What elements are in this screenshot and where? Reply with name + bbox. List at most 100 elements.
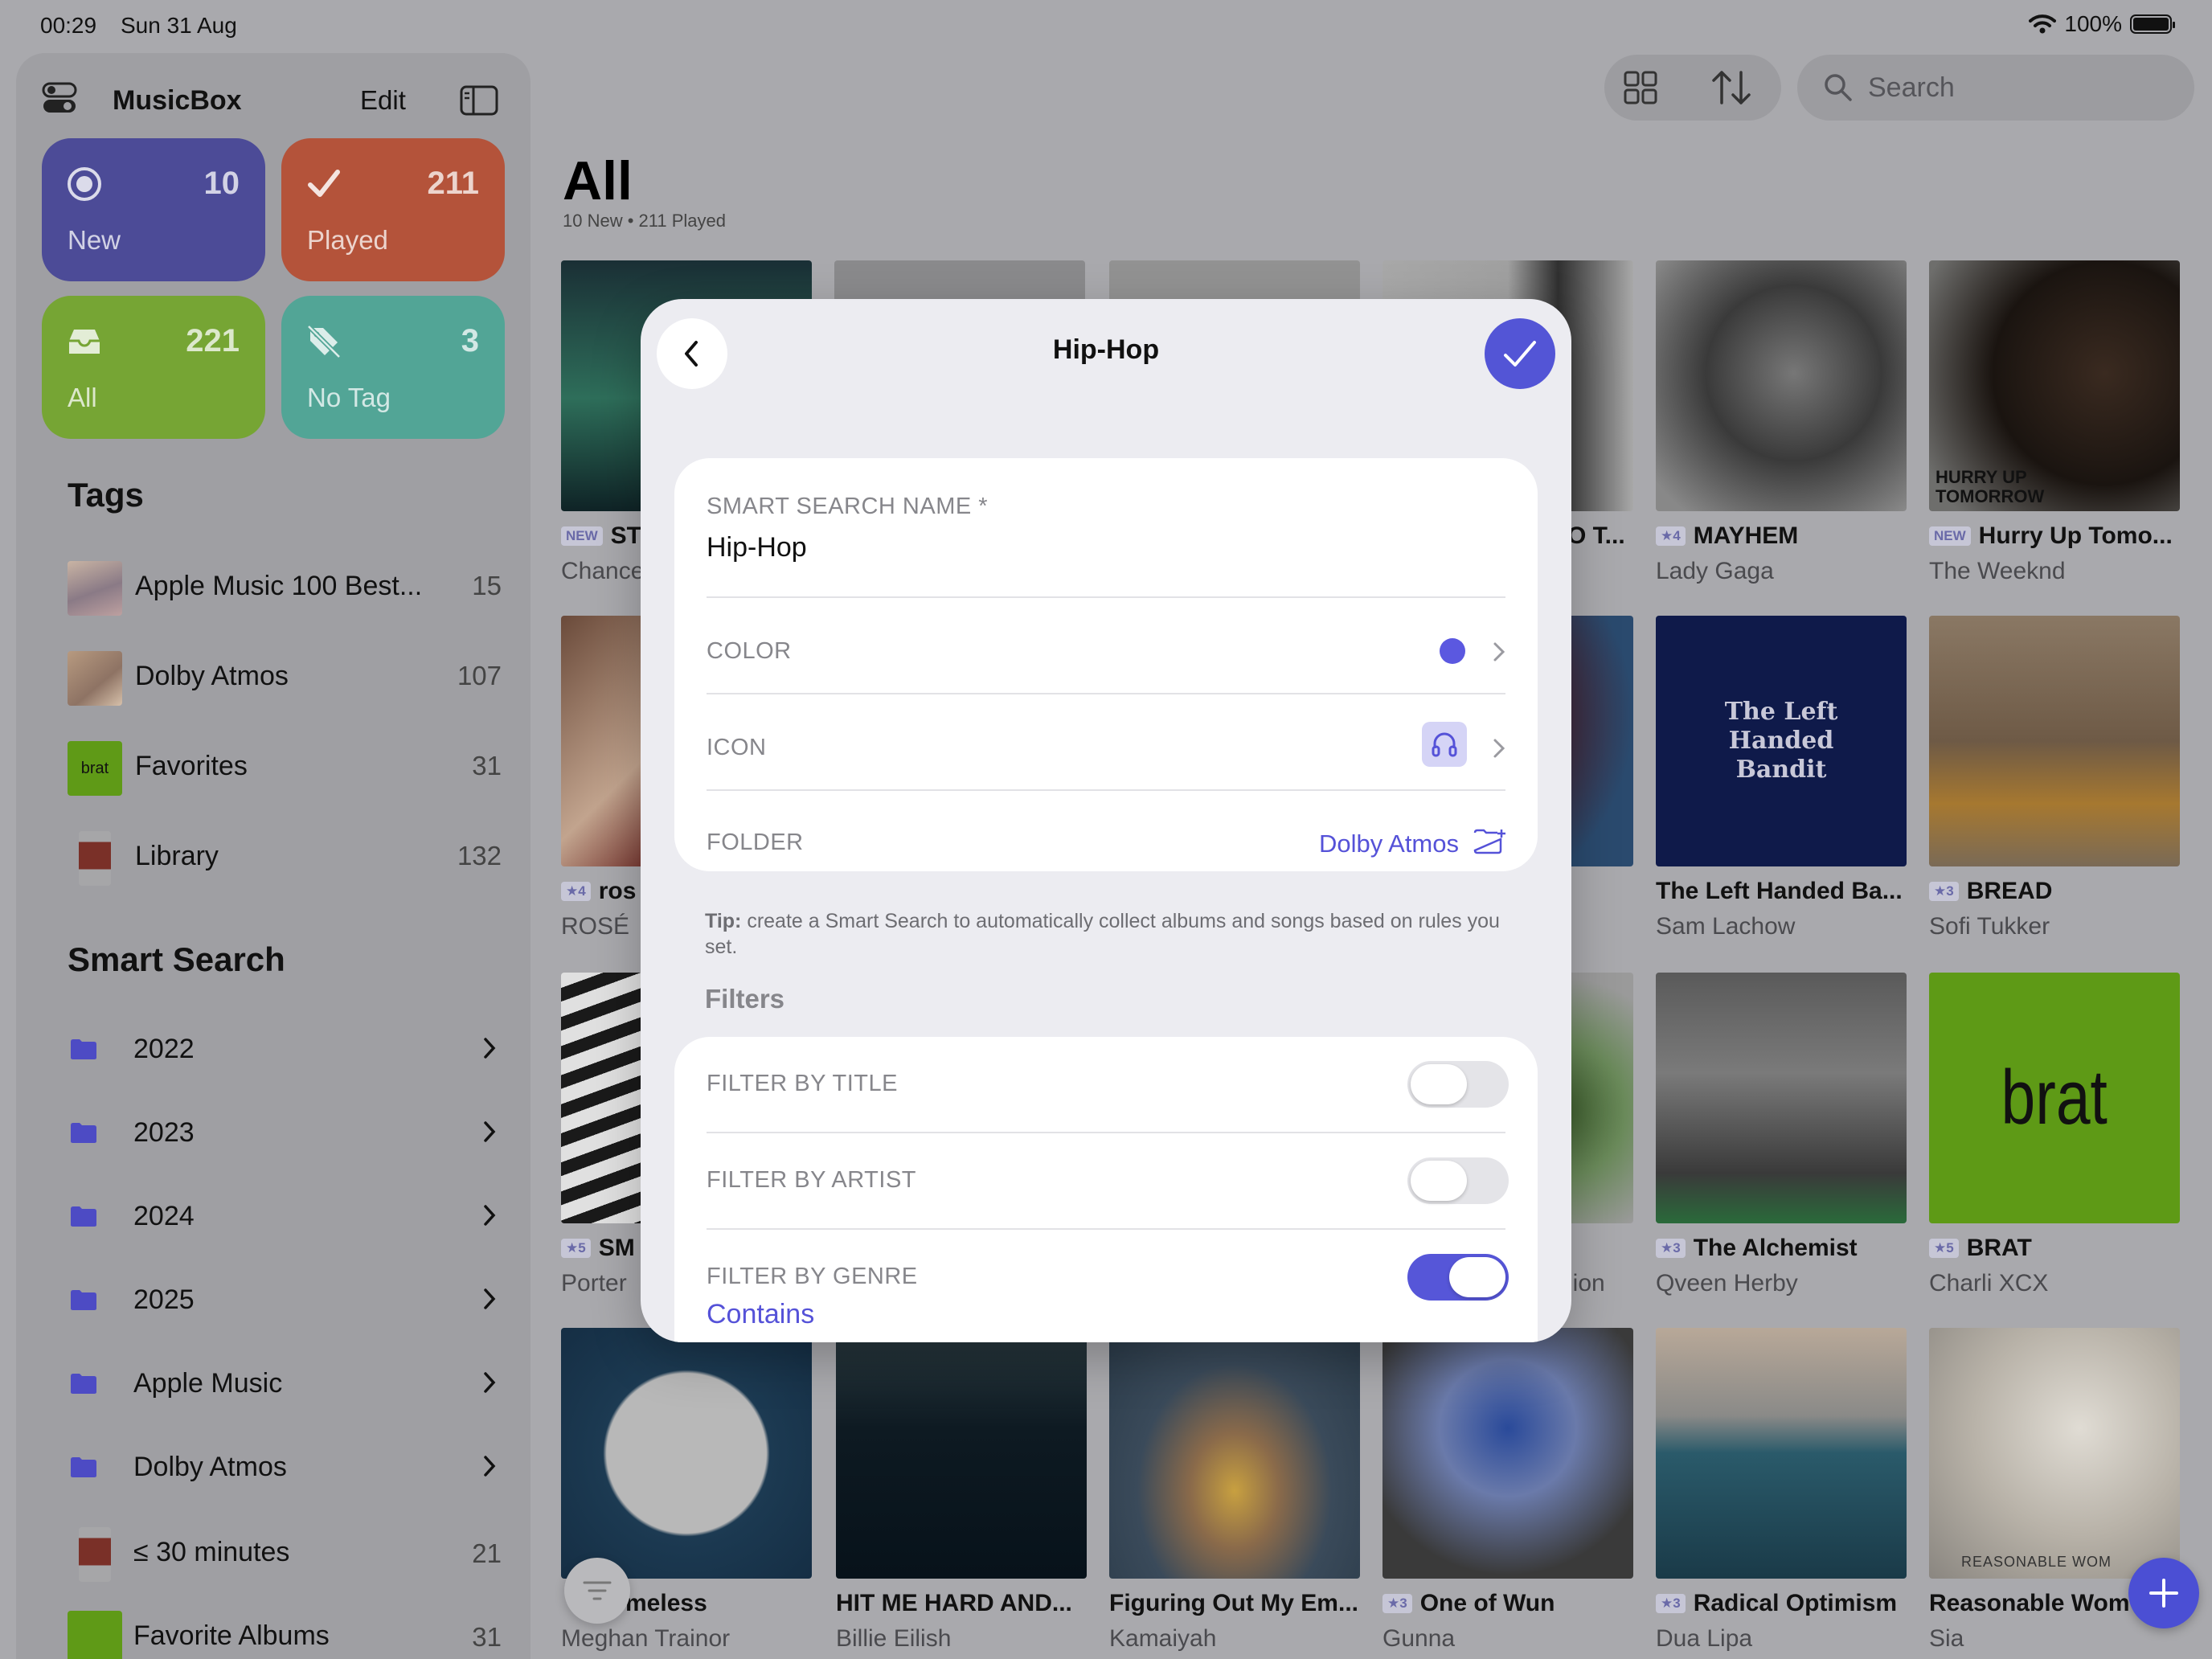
album-card[interactable]: meless Meghan Trainor xyxy=(561,1328,812,1652)
smart-folder-2022[interactable]: 2022 xyxy=(68,1019,502,1083)
search-input[interactable]: Search xyxy=(1797,55,2194,121)
tile-label: No Tag xyxy=(307,383,391,412)
add-button[interactable] xyxy=(2128,1558,2199,1628)
album-art xyxy=(836,1328,1087,1579)
album-badge: ★4 xyxy=(561,882,591,901)
name-label: SMART SEARCH NAME * xyxy=(707,494,989,519)
sort-arrows-icon[interactable] xyxy=(1709,69,1754,106)
album-artist: Gunna xyxy=(1382,1625,1456,1652)
search-icon xyxy=(1825,74,1852,101)
album-card[interactable]: ★3 The Alchemist Qveen Herby xyxy=(1656,973,1907,1296)
color-label: COLOR xyxy=(707,638,792,664)
tile-label: New xyxy=(68,225,121,255)
album-card[interactable]: ★3 BREAD Sofi Tukker xyxy=(1929,616,2180,940)
tip-bold: Tip: xyxy=(705,910,742,932)
album-title: One of Wun xyxy=(1419,1590,1555,1616)
filter-by-genre-toggle[interactable] xyxy=(1407,1254,1509,1301)
settings-toggle-icon[interactable] xyxy=(42,82,77,114)
album-title: ST xyxy=(610,522,642,549)
smart-folder-apple-music[interactable]: Apple Music xyxy=(68,1354,502,1418)
album-artist: Billie Eilish xyxy=(836,1625,952,1652)
edit-button[interactable]: Edit xyxy=(360,85,406,116)
album-card[interactable]: HURRY UP TOMORROW NEW Hurry Up Tomo... Th… xyxy=(1929,260,2180,584)
done-button[interactable] xyxy=(1485,318,1555,389)
tag-thumb xyxy=(68,561,122,616)
chevron-right-icon xyxy=(484,1288,496,1309)
search-placeholder: Search xyxy=(1868,72,1955,103)
smart-folder-2024[interactable]: 2024 xyxy=(68,1186,502,1251)
smart-folder-2023[interactable]: 2023 xyxy=(68,1103,502,1167)
filter-label: FILTER BY TITLE xyxy=(707,1071,898,1096)
tile-no-tag[interactable]: 3 No Tag xyxy=(281,296,505,439)
tag-item[interactable]: Apple Music 100 Best... 15 xyxy=(68,551,502,616)
album-title-row: ★3 One of Wun xyxy=(1382,1590,1648,1617)
album-art-text: REASONABLE WOM xyxy=(1961,1554,2112,1570)
icon-picker[interactable] xyxy=(1422,722,1467,767)
album-card[interactable]: REASONABLE WOM Reasonable Wom Sia xyxy=(1929,1328,2180,1652)
tag-count: 15 xyxy=(472,571,502,600)
album-title: ros xyxy=(598,878,637,904)
album-artist: Kamaiyah xyxy=(1109,1625,1217,1652)
smart-item[interactable]: ≤ 30 minutes 21 xyxy=(68,1522,502,1587)
smart-folder-dolby-atmos[interactable]: Dolby Atmos xyxy=(68,1437,502,1501)
tile-label: Played xyxy=(307,225,388,255)
tag-thumb-text: brat xyxy=(80,759,109,777)
folder-add-icon[interactable] xyxy=(1473,828,1507,855)
tag-item[interactable]: Library 132 xyxy=(68,821,502,886)
tag-item[interactable]: brat Favorites 31 xyxy=(68,731,502,796)
tile-count: 3 xyxy=(461,323,479,358)
folder-value-link[interactable]: Dolby Atmos xyxy=(1319,830,1459,858)
divider xyxy=(707,596,1505,598)
album-card[interactable]: ★3 Radical Optimism Dua Lipa xyxy=(1656,1328,1907,1652)
album-card[interactable]: brat ★5 BRAT Charli XCX xyxy=(1929,973,2180,1296)
album-artist: Lady Gaga xyxy=(1656,558,1774,584)
filter-by-title-toggle[interactable] xyxy=(1407,1061,1509,1108)
name-field[interactable]: Hip-Hop xyxy=(707,532,807,563)
album-artist: lion xyxy=(1567,1270,1605,1296)
album-art: The Left Handed Bandit xyxy=(1656,616,1907,866)
album-badge: ★5 xyxy=(561,1239,591,1258)
genre-match-mode[interactable]: Contains xyxy=(707,1299,814,1330)
page-subtitle: 10 New • 211 Played xyxy=(563,211,726,231)
filter-button[interactable] xyxy=(564,1558,630,1624)
tag-count: 107 xyxy=(457,661,502,690)
album-artist: Charli XCX xyxy=(1929,1270,2049,1296)
album-card[interactable]: Figuring Out My Em... Kamaiyah xyxy=(1109,1328,1360,1652)
tile-played[interactable]: 211 Played xyxy=(281,138,505,281)
filter-label: FILTER BY GENRE xyxy=(707,1264,918,1289)
sidebar-panel-icon[interactable] xyxy=(460,85,498,116)
tile-all[interactable]: 221 All xyxy=(42,296,265,439)
chevron-right-icon xyxy=(484,1456,496,1477)
tile-count: 221 xyxy=(186,323,240,358)
album-art xyxy=(1929,616,2180,866)
album-card[interactable]: HIT ME HARD AND... Billie Eilish xyxy=(836,1328,1087,1652)
album-title: MAYHEM xyxy=(1693,522,1799,549)
color-swatch[interactable] xyxy=(1440,638,1465,664)
album-card[interactable]: ★4 MAYHEM Lady Gaga xyxy=(1656,260,1907,584)
chevron-right-icon[interactable] xyxy=(1493,738,1505,759)
tile-new[interactable]: 10 New xyxy=(42,138,265,281)
grid-view-icon[interactable] xyxy=(1624,71,1657,104)
album-title-row: ★4 MAYHEM xyxy=(1656,522,1921,550)
folder-icon xyxy=(71,1039,96,1059)
album-art xyxy=(1382,1328,1633,1579)
smart-folder-2025[interactable]: 2025 xyxy=(68,1270,502,1334)
icon-label: ICON xyxy=(707,735,767,760)
album-badge: ★3 xyxy=(1656,1594,1686,1613)
album-title-row: The Left Handed Ba... xyxy=(1656,878,1921,905)
tag-item[interactable]: Dolby Atmos 107 xyxy=(68,641,502,706)
album-artist: The Weeknd xyxy=(1929,558,2066,584)
app-title: MusicBox xyxy=(113,85,242,116)
album-title: Figuring Out My Em... xyxy=(1109,1590,1358,1616)
album-title: BRAT xyxy=(1966,1235,2032,1261)
chevron-right-icon[interactable] xyxy=(1493,641,1505,662)
checkmark-icon xyxy=(308,170,340,197)
divider xyxy=(707,693,1505,694)
smart-item[interactable]: Favorite Albums 31 xyxy=(68,1606,502,1659)
album-card[interactable]: The Left Handed Bandit The Left Handed B… xyxy=(1656,616,1907,940)
album-art xyxy=(1656,1328,1907,1579)
tip-body: create a Smart Search to automatically c… xyxy=(705,910,1500,958)
tags-heading: Tags xyxy=(68,476,144,514)
album-card[interactable]: ★3 One of Wun Gunna xyxy=(1382,1328,1633,1652)
filter-by-artist-toggle[interactable] xyxy=(1407,1157,1509,1204)
